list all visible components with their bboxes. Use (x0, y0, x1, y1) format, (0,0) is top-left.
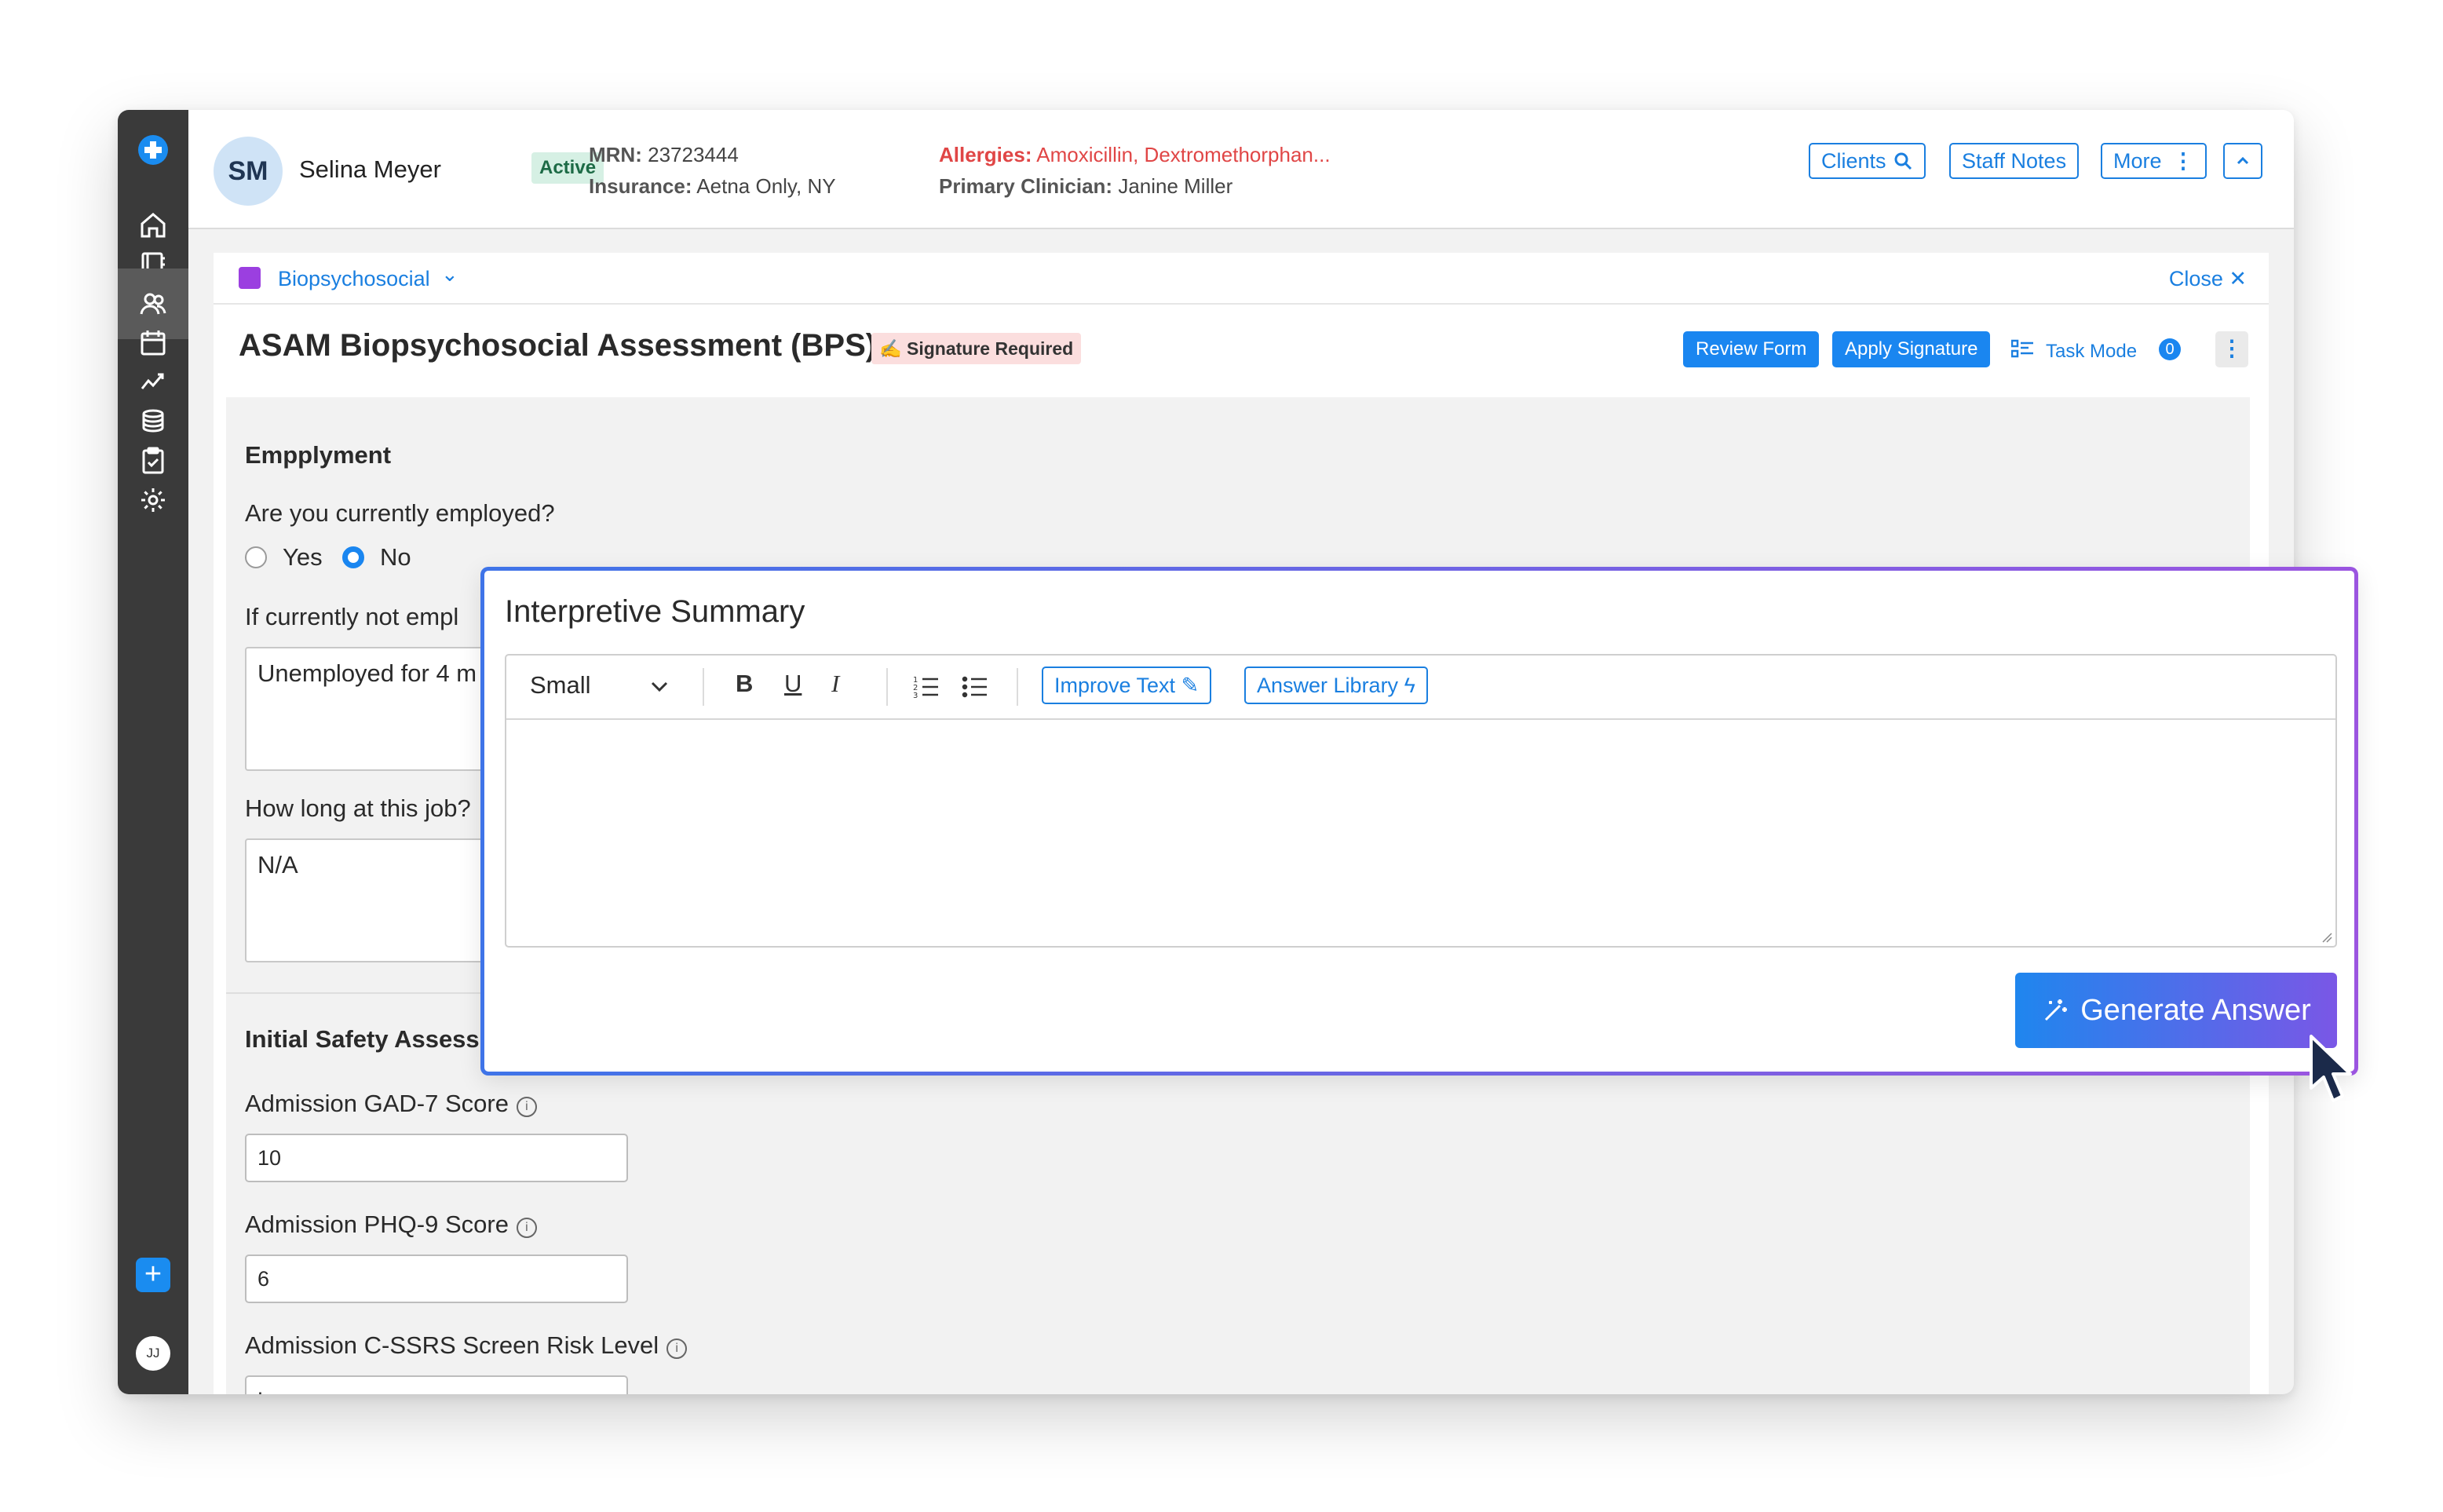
cssrs-input[interactable]: Low (245, 1375, 628, 1394)
editor-toolbar: Small B U I 123 Improve Text ✎ Answer Li… (506, 656, 2335, 720)
form-options-kebab-icon[interactable]: ⋮ (2215, 331, 2248, 367)
how-long-textarea[interactable]: N/A (245, 838, 496, 962)
magic-wand-icon: ✎ (1181, 674, 1200, 697)
resize-handle-icon[interactable] (2321, 932, 2332, 943)
radio-yes[interactable] (245, 546, 267, 568)
phq9-label: Admission PHQ-9 Score i (245, 1211, 537, 1239)
employment-section-title: Empplyment (245, 441, 392, 469)
staff-notes-button[interactable]: Staff Notes (1949, 143, 2080, 179)
breadcrumb: Biopsychosocial ⌄ Close ✕ (214, 253, 2269, 305)
font-size-select[interactable]: Small (530, 671, 591, 699)
improve-text-button[interactable]: Improve Text ✎ (1042, 667, 1212, 704)
kebab-icon: ⋮ (2172, 149, 2194, 173)
allergies-row: Allergies: Amoxicillin, Dextromethorphan… (939, 143, 1331, 167)
radio-no[interactable] (342, 546, 364, 568)
folder-icon (239, 267, 261, 289)
insurance-value: Aetna Only, NY (696, 174, 836, 198)
patient-avatar: SM (214, 137, 283, 206)
more-button[interactable]: More ⋮ (2101, 143, 2207, 179)
cssrs-label: Admission C-SSRS Screen Risk Level i (245, 1331, 688, 1360)
gad7-label-text: Admission GAD-7 Score (245, 1090, 509, 1117)
clinician-value: Janine Miller (1118, 174, 1233, 198)
bullet-list-icon[interactable] (962, 674, 988, 699)
toolbar-divider (1017, 668, 1018, 706)
bold-icon[interactable]: B (736, 670, 753, 698)
task-mode-toggle[interactable]: Task Mode 0 (2011, 331, 2200, 367)
chevron-up-icon (2237, 156, 2249, 165)
task-mode-label: Task Mode (2046, 341, 2138, 362)
rich-text-editor: Small B U I 123 Improve Text ✎ Answer Li… (505, 654, 2337, 948)
search-icon (1894, 152, 1912, 170)
info-icon[interactable]: i (516, 1097, 537, 1117)
breadcrumb-form-type[interactable]: Biopsychosocial (278, 267, 430, 291)
task-count-badge: 0 (2159, 338, 2181, 360)
task-list-icon (2011, 339, 2033, 358)
insurance-row: Insurance: Aetna Only, NY (589, 174, 836, 199)
improve-text-label: Improve Text (1054, 674, 1176, 697)
logo-icon[interactable] (138, 135, 168, 165)
svg-text:3: 3 (913, 692, 918, 699)
ordered-list-icon[interactable]: 123 (913, 674, 940, 699)
safety-section-title: Initial Safety Assess (245, 1025, 480, 1053)
magic-wand-icon (2045, 999, 2068, 1021)
gad7-input[interactable]: 10 (245, 1134, 628, 1182)
generate-answer-label: Generate Answer (2080, 993, 2311, 1027)
allergies-label: Allergies: (939, 143, 1032, 166)
not-employed-textarea[interactable]: Unemployed for 4 m (245, 647, 496, 771)
answer-library-button[interactable]: Answer Library ϟ (1244, 667, 1428, 704)
close-button[interactable]: Close ✕ (2169, 267, 2247, 291)
clients-label: Clients (1821, 149, 1886, 173)
apply-signature-button[interactable]: Apply Signature (1832, 331, 1991, 367)
review-form-button[interactable]: Review Form (1683, 331, 1820, 367)
toolbar-divider (886, 668, 888, 706)
clinician-label: Primary Clinician: (939, 174, 1113, 198)
mrn-value: 23723444 (648, 143, 739, 166)
phq9-input[interactable]: 6 (245, 1255, 628, 1303)
gad7-label: Admission GAD-7 Score i (245, 1090, 537, 1118)
mouse-cursor-icon (2310, 1035, 2352, 1102)
close-icon: ✕ (2229, 267, 2247, 290)
generate-answer-button[interactable]: Generate Answer (2015, 973, 2337, 1048)
lightning-icon: ϟ (1404, 674, 1415, 697)
phq9-label-text: Admission PHQ-9 Score (245, 1211, 509, 1238)
clients-button[interactable]: Clients (1809, 143, 1926, 179)
page-title: ASAM Biopsychosocial Assessment (BPS) (239, 328, 877, 363)
radio-no-label: No (380, 543, 411, 571)
underline-icon[interactable]: U (784, 670, 802, 698)
cssrs-label-text: Admission C-SSRS Screen Risk Level (245, 1331, 659, 1359)
employed-question: Are you currently employed? (245, 499, 555, 527)
mrn-row: MRN: 23723444 (589, 143, 739, 167)
summary-title: Interpretive Summary (505, 594, 805, 629)
answer-library-label: Answer Library (1257, 674, 1399, 697)
user-avatar[interactable]: JJ (136, 1336, 170, 1371)
signature-label: Signature Required (907, 338, 1074, 359)
insurance-label: Insurance: (589, 174, 692, 198)
close-label: Close (2168, 267, 2223, 290)
not-employed-question: If currently not empl (245, 603, 459, 630)
allergies-value: Amoxicillin, Dextromethorphan... (1036, 143, 1331, 166)
patient-name: Selina Meyer (299, 155, 441, 183)
sidebar: + JJ (118, 110, 188, 1394)
signature-badge: ✍ Signature Required (871, 333, 1082, 364)
chevron-down-icon[interactable] (646, 673, 673, 699)
patient-header: SM Selina Meyer Active MRN: 23723444 Ins… (188, 110, 2294, 229)
settings-gear-icon[interactable] (118, 465, 188, 535)
collapse-header-button[interactable] (2223, 143, 2262, 179)
clinician-row: Primary Clinician: Janine Miller (939, 174, 1232, 199)
italic-icon[interactable]: I (831, 670, 839, 698)
how-long-question: How long at this job? (245, 794, 471, 822)
info-icon[interactable]: i (666, 1339, 688, 1359)
chevron-down-icon[interactable]: ⌄ (441, 262, 458, 287)
more-label: More (2113, 149, 2162, 173)
interpretive-summary-card: Interpretive Summary Small B U I 123 Imp… (480, 567, 2358, 1076)
toolbar-divider (703, 668, 704, 706)
radio-yes-label: Yes (283, 543, 323, 571)
info-icon[interactable]: i (516, 1218, 537, 1238)
add-button[interactable]: + (136, 1258, 170, 1292)
mrn-label: MRN: (589, 143, 642, 166)
staff-notes-label: Staff Notes (1962, 149, 2067, 173)
signature-icon: ✍ (879, 338, 907, 359)
summary-textarea[interactable] (506, 718, 2335, 946)
